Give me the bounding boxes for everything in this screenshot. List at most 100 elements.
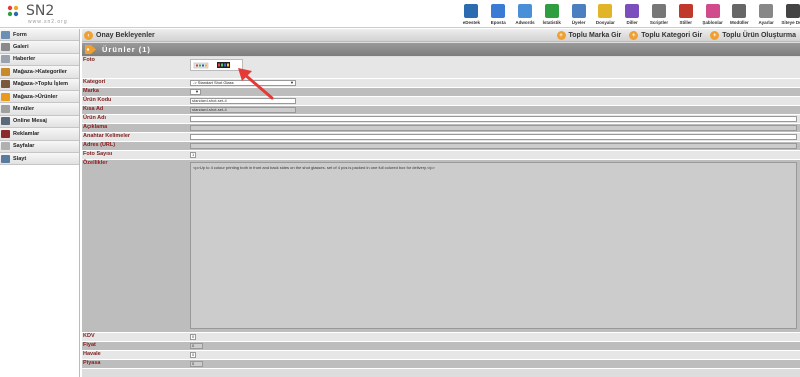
toolbar-item-scripts[interactable]: Scriptler (646, 2, 673, 28)
photo-count-label: Foto Sayısı (83, 151, 113, 157)
description-label: Açıklama (83, 124, 108, 130)
page-header: ‹ Onay Bekleyenler + Toplu Marka Gir + T… (82, 29, 800, 42)
toolbar-item-label: İstatistik (542, 20, 561, 25)
settings-icon (759, 4, 774, 18)
toolbar: eDestek Eposta Adwords İstatistik Üyeler Dosy… (458, 2, 800, 28)
features-textarea[interactable]: <p>Up to 4 colour printing both in front… (190, 162, 797, 329)
row-transfer: Havale 0 (82, 351, 800, 360)
toolbar-item-label: Diller (626, 20, 638, 25)
tag-icon (85, 45, 96, 54)
toolbar-item-label: Ayarlar (758, 20, 774, 25)
toolbar-item-label: Eposta (490, 20, 506, 25)
scripts-icon (651, 4, 666, 18)
toolbar-item-label: Scriptler (649, 20, 669, 25)
toolbar-item-stats[interactable]: İstatistik (538, 2, 565, 28)
bulk-product-button[interactable]: + Toplu Ürün Oluşturma (710, 30, 796, 41)
product-name-label: Ürün Adı (83, 115, 107, 121)
sidebar-item-label: Sayfalar (13, 143, 35, 150)
main-panel: ‹ Onay Bekleyenler + Toplu Marka Gir + T… (82, 29, 800, 377)
folder-icon (598, 4, 613, 18)
url-input[interactable] (190, 143, 797, 149)
toolbar-item-users[interactable]: Üyeler (565, 2, 592, 28)
sidebar-item-menu[interactable]: Menüler (0, 103, 79, 116)
toolbar-item-styles[interactable]: Stiller (672, 2, 699, 28)
url-label: Adres (URL) (83, 142, 116, 148)
row-brand: Marka ▼ (82, 88, 800, 97)
toolbar-item-folder[interactable]: Dosyalar (592, 2, 619, 28)
price-input[interactable]: 0 (190, 343, 203, 349)
back-arrow-icon[interactable]: ‹ (84, 31, 93, 40)
sidebar-item-category[interactable]: Mağaza->Kategoriler (0, 66, 79, 79)
photo-count-input[interactable]: 1 (190, 152, 196, 158)
toolbar-item-adwords[interactable]: Adwords (512, 2, 539, 28)
product-form: Foto Kategori -> Standart Shot Glass ▼ M… (82, 57, 800, 369)
toolbar-item-modules[interactable]: Modüller (726, 2, 753, 28)
sidebar-item-products[interactable]: Mağaza->Ürünler (0, 90, 79, 104)
toolbar-item-label: Modüller (729, 20, 749, 25)
stats-icon (544, 4, 559, 18)
row-market-price: Piyasa 0 (82, 360, 800, 369)
row-url: Adres (URL) (82, 142, 800, 151)
row-description: Açıklama (82, 124, 800, 133)
market-price-input[interactable]: 0 (190, 361, 203, 367)
sidebar-item-pages[interactable]: Sayfalar (0, 140, 79, 153)
toolbar-item-label: Üyeler (571, 20, 586, 25)
sidebar-item-bulk[interactable]: Mağaza->Toplu İşlem (0, 78, 79, 91)
sidebar-item-news[interactable]: Haberler (0, 53, 79, 67)
short-name-input[interactable]: standard-shot-set-4 (190, 107, 296, 113)
page-title: Onay Bekleyenler (96, 32, 155, 39)
row-product-code: Ürün Kodu standard-shot-set-4 (82, 97, 800, 106)
section-title: Ürünler (1) (102, 45, 151, 54)
market-price-label: Piyasa (83, 360, 101, 366)
styles-icon (678, 4, 693, 18)
row-photo-count: Foto Sayısı 1 (82, 151, 800, 160)
add-icon: + (710, 31, 720, 40)
gallery-icon (1, 43, 10, 52)
description-input[interactable] (190, 125, 797, 131)
row-category: Kategori -> Standart Shot Glass ▼ (82, 79, 800, 88)
adwords-icon (517, 4, 532, 18)
sidebar-item-message[interactable]: Online Mesaj (0, 115, 79, 129)
support-icon (464, 4, 479, 18)
section-header: Ürünler (1) (82, 43, 800, 56)
category-icon (1, 67, 10, 76)
sidebar-item-form[interactable]: Form (0, 29, 79, 42)
toolbar-item-settings[interactable]: Ayarlar (753, 2, 780, 28)
row-price: Fiyat 0 (82, 342, 800, 351)
toolbar-item-back-to-site[interactable]: Siteye Dön (780, 2, 800, 28)
sidebar: Form Galeri Haberler Mağaza->Kategoriler Mağ… (0, 29, 80, 377)
sidebar-item-label: Reklamlar (13, 130, 40, 137)
logo-mark-icon (7, 5, 19, 17)
toolbar-item-label: Stiller (679, 20, 693, 25)
bulk-icon (1, 80, 10, 89)
sidebar-item-ads[interactable]: Reklamlar (0, 128, 79, 141)
vat-input[interactable]: 0 (190, 334, 196, 340)
bulk-brand-button[interactable]: + Toplu Marka Gir (556, 30, 621, 41)
row-short-name: Kısa Ad standard-shot-set-4 (82, 106, 800, 115)
toolbar-item-language[interactable]: Diller (619, 2, 646, 28)
brand-label: Marka (83, 88, 99, 94)
bulk-category-button[interactable]: + Toplu Kategori Gir (629, 30, 702, 41)
logo-subtitle: www.sn2.org (28, 19, 68, 25)
toolbar-item-templates[interactable]: Şablonlar (699, 2, 726, 28)
message-icon (1, 117, 10, 126)
transfer-input[interactable]: 0 (190, 352, 196, 358)
features-label: Özellikler (83, 160, 108, 166)
sidebar-item-label: Mağaza->Toplu İşlem (13, 81, 69, 88)
back-to-site-icon (785, 4, 800, 18)
ads-icon (1, 129, 10, 138)
product-name-input[interactable] (190, 116, 797, 122)
brand-select[interactable]: ▼ (190, 89, 201, 95)
add-icon: + (629, 31, 639, 40)
templates-icon (705, 4, 720, 18)
logo[interactable]: SN2 www.sn2.org (4, 2, 84, 25)
keywords-input[interactable] (190, 134, 797, 140)
row-product-name: Ürün Adı (82, 115, 800, 124)
transfer-label: Havale (83, 351, 101, 357)
toolbar-item-label: Dosyalar (595, 20, 615, 25)
toolbar-item-support[interactable]: eDestek (458, 2, 485, 28)
toolbar-item-mail[interactable]: Eposta (485, 2, 512, 28)
sidebar-item-slide[interactable]: Slayt (0, 152, 79, 166)
sidebar-item-gallery[interactable]: Galeri (0, 41, 79, 54)
short-name-label: Kısa Ad (83, 106, 104, 112)
